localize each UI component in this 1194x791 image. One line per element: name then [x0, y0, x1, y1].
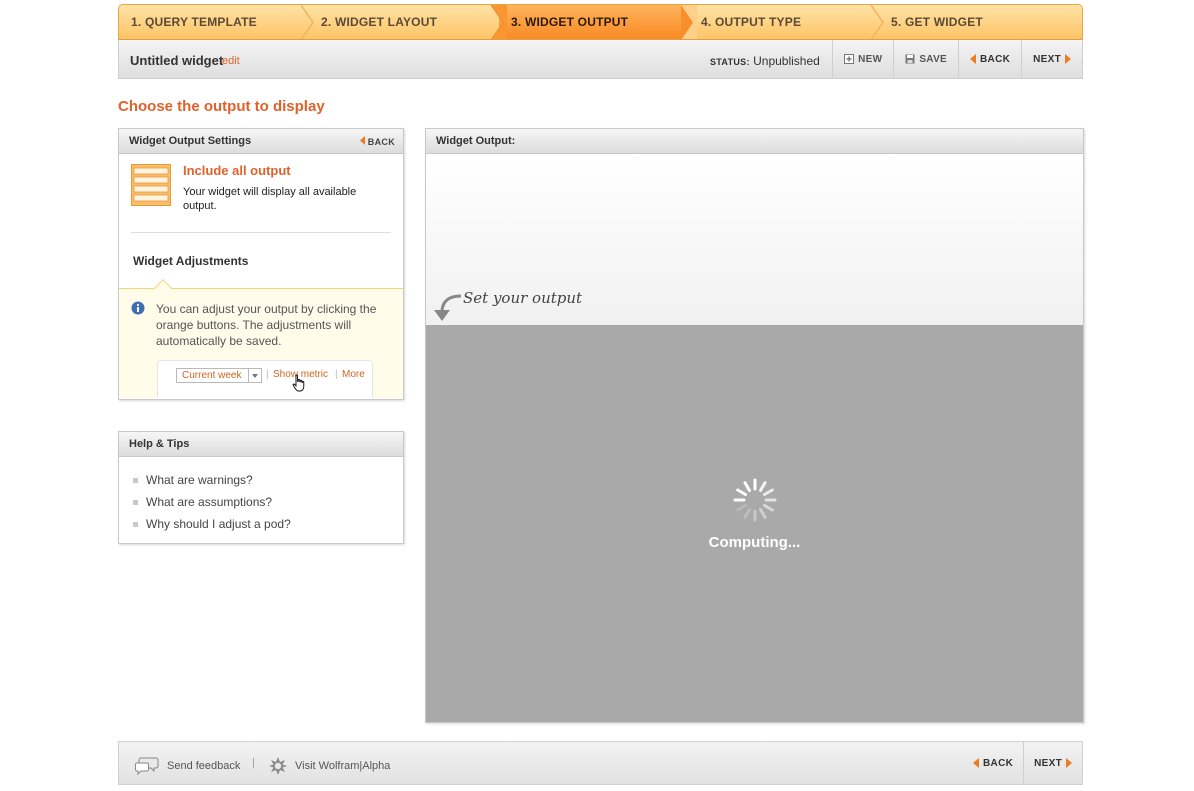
status-label: STATUS: [710, 57, 750, 67]
save-label: SAVE [919, 53, 948, 65]
footer-bar: Send feedback | Visit Wolfram|Alpha BACK… [118, 741, 1083, 785]
help-item-label: What are assumptions? [146, 495, 273, 509]
demo-separator: | [335, 369, 338, 380]
help-item-adjust-pod[interactable]: Why should I adjust a pod? [133, 513, 403, 535]
send-feedback-link[interactable]: Send feedback [135, 757, 240, 775]
step-widget-layout[interactable]: 2. WIDGET LAYOUT [309, 5, 507, 39]
next-button[interactable]: NEXT [1021, 40, 1082, 78]
step-label: 3. WIDGET OUTPUT [511, 15, 629, 29]
step-label: 5. GET WIDGET [891, 15, 983, 29]
publish-status: STATUS: Unpublished [710, 54, 820, 68]
computing-label: Computing... [708, 534, 801, 551]
panel-header: Widget Output Settings BACK [119, 129, 403, 154]
demo-separator: | [266, 369, 269, 380]
panel-back-button[interactable]: BACK [359, 136, 395, 147]
footer-separator: | [252, 757, 255, 769]
widget-output-panel: Widget Output: Set your output Computing… [425, 128, 1084, 723]
help-tips-panel: Help & Tips What are warnings? What are … [118, 431, 404, 544]
feedback-label: Send feedback [167, 760, 241, 772]
footer-nav: BACK NEXT [963, 742, 1082, 784]
speech-bubbles-icon [135, 757, 159, 775]
output-preview-area: Set your output [426, 154, 1083, 325]
step-query-template[interactable]: 1. QUERY TEMPLATE [119, 5, 314, 39]
step-label: 4. OUTPUT TYPE [701, 15, 802, 29]
widget-name: Untitled widget [130, 53, 224, 68]
next-label: NEXT [1033, 53, 1061, 65]
page-title: Choose the output to display [118, 98, 325, 115]
adjustments-info-text: You can adjust your output by clicking t… [156, 302, 377, 348]
help-item-label: Why should I adjust a pod? [146, 517, 291, 531]
demo-week-select: Current week [176, 368, 262, 383]
hand-cursor-icon [292, 374, 305, 392]
include-all-output-title[interactable]: Include all output [183, 163, 291, 178]
panel-title: Help & Tips [129, 438, 190, 450]
panel-title: Widget Output Settings [129, 135, 252, 147]
info-icon [131, 301, 145, 315]
back-label: BACK [980, 53, 1011, 65]
demo-more-link: More [342, 369, 365, 380]
visit-label: Visit Wolfram|Alpha [295, 760, 391, 772]
footer-next-label: NEXT [1034, 757, 1062, 769]
step-separator-icon [681, 5, 697, 39]
bullet-icon [133, 521, 138, 527]
help-item-warnings[interactable]: What are warnings? [133, 469, 403, 491]
floppy-disk-icon [905, 54, 915, 64]
output-settings-panel: Widget Output Settings BACK Include all … [118, 128, 404, 400]
arrow-left-icon [973, 758, 980, 768]
new-label: NEW [858, 53, 883, 65]
adjustments-demo: Current week | Show metric | More [157, 360, 373, 398]
footer-next-button[interactable]: NEXT [1023, 742, 1082, 784]
arrow-left-icon [970, 54, 977, 64]
footer-back-label: BACK [983, 757, 1014, 769]
footer-back-button[interactable]: BACK [963, 742, 1023, 784]
arrow-left-icon [359, 136, 365, 145]
step-label: 1. QUERY TEMPLATE [131, 15, 257, 29]
plus-box-icon [844, 54, 855, 64]
help-item-label: What are warnings? [146, 473, 253, 487]
visit-wolfram-alpha-link[interactable]: Visit Wolfram|Alpha [269, 757, 390, 775]
demo-select-value: Current week [182, 370, 242, 381]
chevron-down-icon [248, 369, 261, 382]
wolfram-star-icon [269, 757, 287, 775]
help-item-assumptions[interactable]: What are assumptions? [133, 491, 403, 513]
edit-name-link[interactable]: edit [222, 55, 240, 67]
divider [131, 232, 391, 233]
widget-adjustments-title: Widget Adjustments [133, 254, 249, 268]
panel-title: Widget Output: [436, 135, 516, 147]
new-button[interactable]: NEW [832, 40, 893, 78]
computing-overlay: Computing... [426, 325, 1083, 722]
step-separator-icon [871, 5, 884, 39]
bullet-icon [133, 477, 138, 483]
curved-arrow-icon [434, 294, 462, 321]
set-output-hint: Set your output [463, 289, 583, 307]
step-label: 2. WIDGET LAYOUT [321, 15, 438, 29]
back-button[interactable]: BACK [958, 40, 1021, 78]
toolbar-actions: NEW SAVE BACK NEXT [832, 40, 1082, 78]
step-separator-icon [491, 5, 507, 39]
step-get-widget[interactable]: 5. GET WIDGET [879, 5, 1082, 39]
step-separator-icon [301, 5, 314, 39]
arrow-right-icon [1065, 54, 1071, 64]
include-all-output-desc: Your widget will display all available o… [183, 186, 357, 212]
adjustments-info-box: You can adjust your output by clicking t… [119, 279, 403, 398]
bullet-icon [133, 499, 138, 505]
all-output-list-icon [131, 164, 171, 206]
step-output-type[interactable]: 4. OUTPUT TYPE [689, 5, 884, 39]
loading-spinner-icon [733, 478, 777, 522]
steps-bar: 1. QUERY TEMPLATE 2. WIDGET LAYOUT 3. WI… [118, 4, 1083, 39]
callout-notch [153, 279, 173, 299]
arrow-right-icon [1066, 758, 1072, 768]
step-widget-output[interactable]: 3. WIDGET OUTPUT [499, 5, 697, 39]
status-value: Unpublished [753, 54, 820, 68]
panel-back-label: BACK [367, 137, 395, 147]
help-list: What are warnings? What are assumptions?… [119, 457, 403, 535]
save-button[interactable]: SAVE [893, 40, 958, 78]
panel-header: Widget Output: [426, 129, 1083, 154]
panel-header: Help & Tips [119, 432, 403, 457]
widget-title-bar: Untitled widget edit STATUS: Unpublished… [118, 39, 1083, 79]
